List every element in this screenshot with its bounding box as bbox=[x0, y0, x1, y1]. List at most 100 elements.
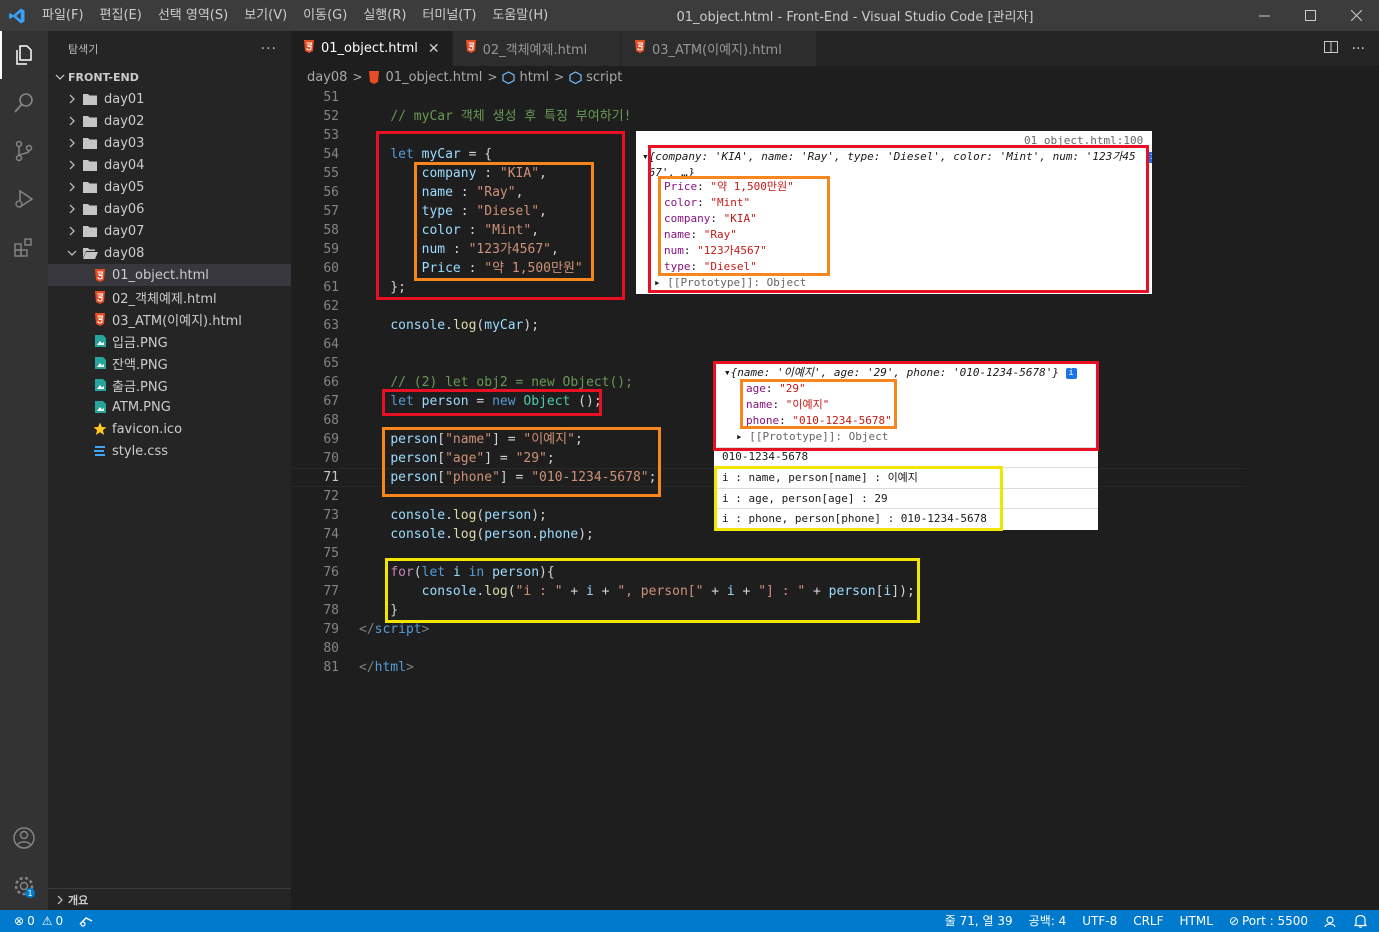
line-number: 52 bbox=[323, 109, 339, 124]
symbol-element-icon bbox=[569, 70, 582, 84]
console-prop: num: "123가4567" bbox=[664, 244, 767, 257]
image-file-icon bbox=[92, 330, 108, 352]
menu-selection[interactable]: 선택 영역(S) bbox=[150, 0, 236, 31]
editor-actions: ··· bbox=[1323, 31, 1379, 66]
end-of-line[interactable]: CRLF bbox=[1125, 910, 1171, 932]
live-server-port[interactable]: ⊘ Port : 5500 bbox=[1221, 910, 1316, 932]
indentation[interactable]: 공백: 4 bbox=[1021, 910, 1075, 932]
maximize-button[interactable] bbox=[1287, 0, 1333, 31]
feedback-icon bbox=[1324, 916, 1336, 928]
menu-view[interactable]: 보기(V) bbox=[236, 0, 295, 31]
svg-text:1: 1 bbox=[27, 889, 32, 898]
minimize-button[interactable] bbox=[1241, 0, 1287, 31]
tab-01-object[interactable]: 01_object.html ✕ bbox=[291, 31, 453, 66]
chevron-right-icon bbox=[64, 88, 80, 110]
breadcrumb-html[interactable]: html bbox=[519, 70, 549, 85]
folder-day07[interactable]: day07 bbox=[48, 220, 291, 242]
tab-03-atm[interactable]: 03_ATM(이예지).html ✕ bbox=[621, 31, 817, 66]
encoding[interactable]: UTF-8 bbox=[1074, 910, 1125, 932]
breadcrumb-file[interactable]: 01_object.html bbox=[386, 70, 483, 85]
menu-edit[interactable]: 편집(E) bbox=[92, 0, 150, 31]
file-item[interactable]: 02_객체예제.html bbox=[48, 286, 291, 308]
tab-02-example[interactable]: 02_객체예제.html ✕ bbox=[452, 31, 622, 66]
language-mode[interactable]: HTML bbox=[1172, 910, 1221, 932]
folder-day03[interactable]: day03 bbox=[48, 132, 291, 154]
folder-day05[interactable]: day05 bbox=[48, 176, 291, 198]
close-window-button[interactable] bbox=[1333, 0, 1379, 31]
file-item[interactable]: style.css bbox=[48, 440, 291, 462]
outline-section-header[interactable]: 개요 bbox=[48, 888, 291, 910]
bell-icon bbox=[1354, 914, 1367, 928]
console-prop: color: "Mint" bbox=[664, 196, 751, 209]
accounts-button[interactable] bbox=[0, 814, 48, 862]
tab-label: 02_객체예제.html bbox=[482, 43, 588, 58]
console-file-link[interactable]: 01_object.html:100 bbox=[1024, 133, 1143, 149]
line-number: 57 bbox=[323, 204, 339, 219]
menu-help[interactable]: 도움말(H) bbox=[484, 0, 556, 31]
expand-arrow-icon: ▸ bbox=[654, 276, 661, 289]
more-actions-button[interactable]: ··· bbox=[261, 41, 277, 57]
html5-icon bbox=[634, 40, 646, 57]
chevron-right-icon bbox=[52, 889, 68, 911]
menu-run[interactable]: 실행(R) bbox=[355, 0, 414, 31]
explorer-button[interactable] bbox=[0, 31, 48, 79]
folder-day02[interactable]: day02 bbox=[48, 110, 291, 132]
extensions-button[interactable] bbox=[0, 223, 48, 271]
breadcrumb-folder[interactable]: day08 bbox=[307, 70, 347, 85]
status-bar: ⊗ 0 ⚠ 0 줄 71, 열 39 공백: 4 UTF-8 CRLF HTML ⊘… bbox=[0, 910, 1379, 932]
files-icon bbox=[16, 45, 32, 65]
folder-day01[interactable]: day01 bbox=[48, 88, 291, 110]
console-log-loop: i : name, person[name] : 이예지 bbox=[722, 471, 918, 484]
workspace-folder-header[interactable]: FRONT-END bbox=[48, 66, 291, 88]
file-item[interactable]: ATM.PNG bbox=[48, 396, 291, 418]
file-item[interactable]: 03_ATM(이예지).html bbox=[48, 308, 291, 330]
editor-more-button[interactable]: ··· bbox=[1352, 41, 1365, 57]
console-prop: name: "이예지" bbox=[746, 398, 830, 411]
html5-icon bbox=[303, 40, 315, 57]
problems-indicator[interactable]: ⊗ 0 ⚠ 0 bbox=[0, 910, 71, 932]
file-item[interactable]: 출금.PNG bbox=[48, 374, 291, 396]
live-share-button[interactable] bbox=[71, 910, 101, 932]
console-prop: company: "KIA" bbox=[664, 212, 757, 225]
menu-go[interactable]: 이동(G) bbox=[295, 0, 355, 31]
line-number: 66 bbox=[323, 375, 339, 390]
manage-button[interactable]: 1 bbox=[0, 862, 48, 910]
file-item[interactable]: 입금.PNG bbox=[48, 330, 291, 352]
folder-day08[interactable]: day08 bbox=[48, 242, 291, 264]
line-number: 78 bbox=[323, 603, 339, 618]
console-prototype[interactable]: ▸ [[Prototype]]: Object bbox=[736, 429, 888, 445]
feedback-button[interactable] bbox=[1316, 910, 1346, 932]
console-object-summary[interactable]: ▾{name: '이예지', age: '29', phone: '010-12… bbox=[724, 365, 1077, 381]
menu-terminal[interactable]: 터미널(T) bbox=[414, 0, 484, 31]
menu-file[interactable]: 파일(F) bbox=[34, 0, 92, 31]
breadcrumb-script[interactable]: script bbox=[586, 70, 622, 85]
outline-label: 개요 bbox=[68, 893, 89, 907]
chevron-down-icon bbox=[64, 242, 80, 264]
line-number: 58 bbox=[323, 223, 339, 238]
close-icon bbox=[1350, 10, 1362, 21]
folder-day04[interactable]: day04 bbox=[48, 154, 291, 176]
console-prop: phone: "010-1234-5678" bbox=[746, 414, 892, 427]
file-item[interactable]: favicon.ico bbox=[48, 418, 291, 440]
file-label: 01_object.html bbox=[112, 267, 209, 283]
notifications-button[interactable] bbox=[1346, 910, 1379, 932]
console-prototype[interactable]: ▸ [[Prototype]]: Object bbox=[654, 275, 806, 291]
source-control-icon bbox=[15, 140, 33, 162]
close-tab-icon[interactable]: ✕ bbox=[428, 41, 440, 57]
file-item[interactable]: 잔액.PNG bbox=[48, 352, 291, 374]
search-button[interactable] bbox=[0, 79, 48, 127]
file-item[interactable]: 01_object.html bbox=[48, 264, 291, 286]
tab-label: 03_ATM(이예지).html bbox=[651, 43, 782, 58]
split-editor-button[interactable] bbox=[1323, 40, 1338, 58]
run-debug-button[interactable] bbox=[0, 175, 48, 223]
folder-icon bbox=[82, 88, 98, 110]
source-control-button[interactable] bbox=[0, 127, 48, 175]
console-log-phone: 010-1234-5678 bbox=[722, 450, 809, 463]
cursor-position[interactable]: 줄 71, 열 39 bbox=[937, 910, 1021, 932]
folder-day06[interactable]: day06 bbox=[48, 198, 291, 220]
chevron-right-icon bbox=[64, 154, 80, 176]
line-number-gutter: 51 52 53 54 55 56 57 58 59 60 61 62 63 64 65 66 67 68 69 70… bbox=[291, 88, 339, 677]
console-object-summary[interactable]: ▾{company: 'KIA', name: 'Ray', type: 'Di… bbox=[642, 149, 1152, 181]
code-line-76: for(let i in person){ bbox=[390, 565, 555, 580]
code-line-52: // myCar 객체 생성 후 특징 부여하기! bbox=[390, 109, 632, 124]
